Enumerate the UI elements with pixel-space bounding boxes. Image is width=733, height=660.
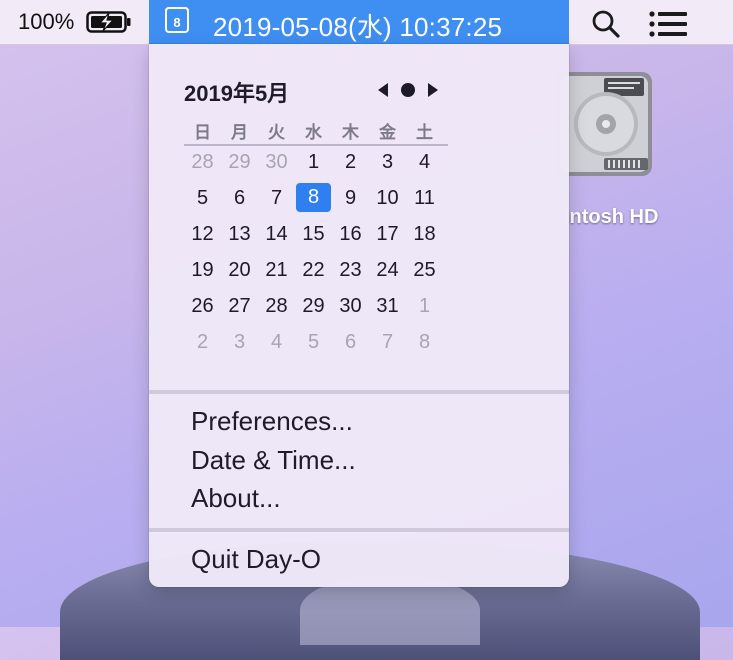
spotlight-search-icon[interactable] <box>590 8 622 40</box>
calendar-day[interactable]: 19 <box>184 252 221 288</box>
weekday-wed: 水 <box>305 123 322 142</box>
about-menu-item[interactable]: About... <box>191 483 281 514</box>
clock-dropdown-menu: 2019年5月 日 月 火 水 木 金 土 28 29 30 1 2 3 4 5… <box>149 44 569 587</box>
calendar-day[interactable]: 5 <box>184 180 221 216</box>
calendar-day[interactable]: 1 <box>295 144 332 180</box>
weekday-fri: 金 <box>379 123 396 142</box>
calendar-day[interactable]: 4 <box>406 144 443 180</box>
calendar-day[interactable]: 6 <box>332 324 369 360</box>
calendar-day[interactable]: 15 <box>295 216 332 252</box>
calendar-day[interactable]: 8 <box>406 324 443 360</box>
calendar-day[interactable]: 30 <box>258 144 295 180</box>
calendar-day-selected[interactable]: 8 <box>296 183 331 212</box>
calendar-navigation <box>373 80 443 100</box>
calendar-day[interactable]: 11 <box>406 180 443 216</box>
calendar-day[interactable]: 22 <box>295 252 332 288</box>
menubar: 100% 8 2019-05-08(水) 10:37:25 <box>0 0 733 45</box>
calendar-day[interactable]: 7 <box>369 324 406 360</box>
calendar-icon-day: 8 <box>173 15 181 30</box>
previous-month-icon[interactable] <box>373 80 393 100</box>
weekday-thu: 木 <box>342 123 359 142</box>
calendar-day[interactable]: 28 <box>184 144 221 180</box>
calendar-day[interactable]: 6 <box>221 180 258 216</box>
preferences-menu-item[interactable]: Preferences... <box>191 406 353 437</box>
weekday-mon: 月 <box>231 123 248 142</box>
calendar-day[interactable]: 18 <box>406 216 443 252</box>
hard-drive-label[interactable]: intosh HD <box>564 206 658 229</box>
weekday-sun: 日 <box>194 123 211 142</box>
calendar-day[interactable]: 2 <box>184 324 221 360</box>
calendar-day[interactable]: 4 <box>258 324 295 360</box>
battery-percentage[interactable]: 100% <box>18 9 74 35</box>
weekday-tue: 火 <box>268 123 285 142</box>
menu-separator <box>149 390 569 394</box>
menu-separator <box>149 528 569 532</box>
calendar-day[interactable]: 2 <box>332 144 369 180</box>
calendar-day[interactable]: 31 <box>369 288 406 324</box>
calendar-day[interactable]: 24 <box>369 252 406 288</box>
weekday-header: 日 月 火 水 木 金 土 <box>184 116 448 146</box>
calendar-day[interactable]: 27 <box>221 288 258 324</box>
calendar-month-title: 2019年5月 <box>184 81 290 106</box>
calendar-day[interactable]: 17 <box>369 216 406 252</box>
calendar-day[interactable]: 28 <box>258 288 295 324</box>
weekday-sat: 土 <box>416 123 433 142</box>
today-dot-icon[interactable] <box>398 80 418 100</box>
calendar-day[interactable]: 16 <box>332 216 369 252</box>
calendar-day[interactable]: 5 <box>295 324 332 360</box>
calendar-day[interactable]: 13 <box>221 216 258 252</box>
clock-text: 2019-05-08(水) 10:37:25 <box>213 12 503 42</box>
date-time-menu-item[interactable]: Date & Time... <box>191 445 356 476</box>
calendar-day[interactable]: 20 <box>221 252 258 288</box>
calendar-day[interactable]: 9 <box>332 180 369 216</box>
calendar-day[interactable]: 21 <box>258 252 295 288</box>
battery-charging-icon[interactable] <box>86 11 132 33</box>
clock-menu-item[interactable]: 8 2019-05-08(水) 10:37:25 <box>149 0 569 44</box>
calendar-day[interactable]: 14 <box>258 216 295 252</box>
calendar-day[interactable]: 10 <box>369 180 406 216</box>
calendar-day[interactable]: 3 <box>369 144 406 180</box>
notification-center-icon[interactable] <box>649 10 689 38</box>
calendar-day[interactable]: 29 <box>221 144 258 180</box>
calendar-day[interactable]: 30 <box>332 288 369 324</box>
calendar-day[interactable]: 29 <box>295 288 332 324</box>
calendar-day[interactable]: 12 <box>184 216 221 252</box>
calendar-day[interactable]: 7 <box>258 180 295 216</box>
calendar-day[interactable]: 1 <box>406 288 443 324</box>
calendar-day[interactable]: 26 <box>184 288 221 324</box>
quit-menu-item[interactable]: Quit Day-O <box>191 544 321 575</box>
next-month-icon[interactable] <box>423 80 443 100</box>
calendar-day[interactable]: 25 <box>406 252 443 288</box>
calendar-day[interactable]: 23 <box>332 252 369 288</box>
calendar-day-grid: 28 29 30 1 2 3 4 5 6 7 8 9 10 11 12 13 1… <box>184 144 448 360</box>
calendar-icon: 8 <box>165 7 189 33</box>
calendar-day[interactable]: 3 <box>221 324 258 360</box>
